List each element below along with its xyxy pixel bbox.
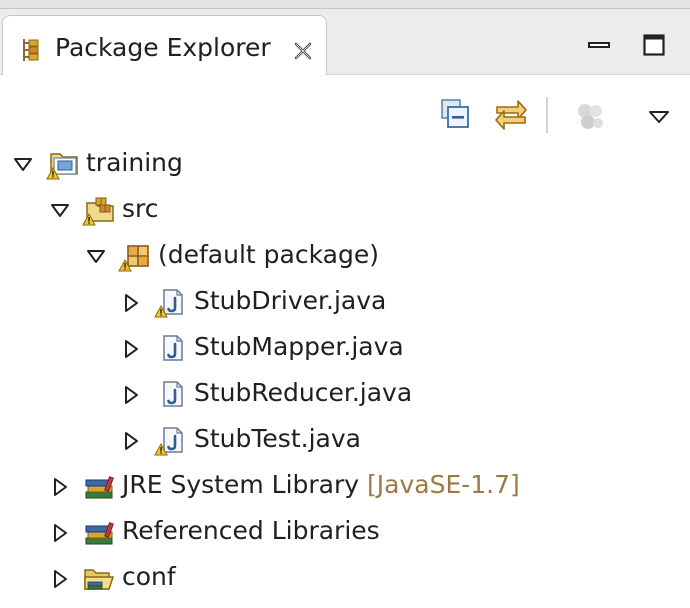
jre-version-decoration: [JavaSE-1.7] bbox=[367, 470, 520, 499]
tree-item-src[interactable]: src bbox=[0, 188, 300, 232]
collapsed-triangle-icon[interactable] bbox=[50, 477, 70, 497]
link-with-editor-icon[interactable] bbox=[494, 97, 528, 131]
tree-item-label: StubReducer.java bbox=[194, 378, 413, 407]
tree-item-label: conf bbox=[122, 562, 176, 591]
tree-item-label: StubTest.java bbox=[194, 424, 361, 453]
collapsed-triangle-icon[interactable] bbox=[121, 431, 141, 451]
expanded-triangle-icon[interactable] bbox=[13, 155, 33, 175]
tree-item-label: (default package) bbox=[158, 240, 379, 269]
tree-item-referenced-libraries[interactable]: Referenced Libraries bbox=[0, 510, 420, 554]
view-tab-bar: Package Explorer bbox=[0, 9, 690, 75]
collapse-all-icon[interactable] bbox=[441, 99, 469, 129]
toolbar-separator bbox=[546, 97, 548, 133]
tree-item-stubtest[interactable]: StubTest.java bbox=[0, 418, 420, 462]
tree-item-label: src bbox=[122, 194, 159, 223]
tree-item-label: StubMapper.java bbox=[194, 332, 404, 361]
java-project-warning-icon bbox=[46, 148, 82, 182]
source-folder-warning-icon bbox=[82, 194, 118, 228]
tree-item-jre-system-library[interactable]: JRE System Library [JavaSE-1.7] bbox=[0, 464, 560, 508]
minimize-icon[interactable] bbox=[588, 35, 610, 57]
library-icon bbox=[82, 516, 118, 550]
tree-item-label: training bbox=[86, 148, 183, 177]
collapsed-triangle-icon[interactable] bbox=[121, 385, 141, 405]
package-warning-icon bbox=[118, 240, 154, 274]
tree-item-stubreducer[interactable]: StubReducer.java bbox=[0, 372, 440, 416]
library-icon bbox=[82, 470, 118, 504]
tree-item-label: StubDriver.java bbox=[194, 286, 387, 315]
tree-item-conf[interactable]: conf bbox=[0, 556, 300, 600]
expanded-triangle-icon[interactable] bbox=[86, 247, 106, 267]
focus-on-active-task-icon[interactable] bbox=[574, 99, 606, 133]
tree-item-label: JRE System Library [JavaSE-1.7] bbox=[122, 469, 520, 501]
collapsed-triangle-icon[interactable] bbox=[121, 293, 141, 313]
package-explorer-icon bbox=[21, 37, 41, 63]
tree-item-stubmapper[interactable]: StubMapper.java bbox=[0, 326, 420, 370]
library-name: JRE System Library bbox=[122, 470, 360, 499]
collapsed-triangle-icon[interactable] bbox=[50, 523, 70, 543]
package-explorer-view: Package Explorer training src (default p… bbox=[0, 9, 690, 608]
tree-item-label: Referenced Libraries bbox=[122, 516, 380, 545]
tree-item-training[interactable]: training bbox=[0, 142, 300, 186]
view-menu-chevron-icon[interactable] bbox=[648, 108, 670, 126]
java-file-icon bbox=[154, 378, 190, 412]
tab-package-explorer[interactable]: Package Explorer bbox=[2, 15, 327, 75]
collapsed-triangle-icon[interactable] bbox=[121, 339, 141, 359]
close-icon[interactable] bbox=[293, 41, 313, 61]
maximize-icon[interactable] bbox=[643, 34, 665, 56]
tree-item-stubdriver[interactable]: StubDriver.java bbox=[0, 280, 420, 324]
tree-item-default-package[interactable]: (default package) bbox=[0, 234, 400, 278]
java-file-warning-icon bbox=[154, 286, 190, 320]
java-file-icon bbox=[154, 332, 190, 366]
window-top-edge bbox=[0, 0, 690, 9]
tab-title: Package Explorer bbox=[55, 33, 271, 62]
collapsed-triangle-icon[interactable] bbox=[50, 569, 70, 589]
expanded-triangle-icon[interactable] bbox=[50, 201, 70, 221]
java-file-warning-icon bbox=[154, 424, 190, 458]
folder-icon bbox=[82, 562, 118, 596]
